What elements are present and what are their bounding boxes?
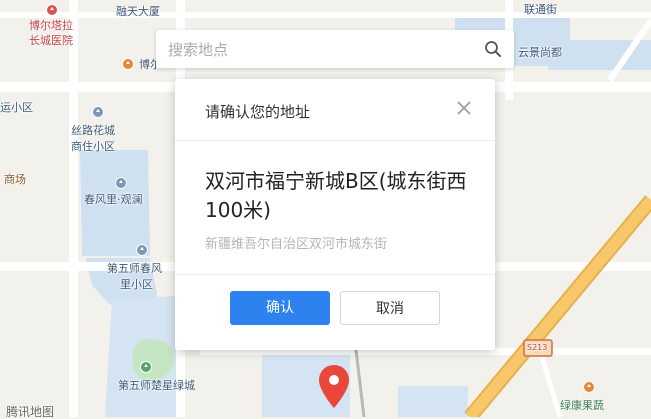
- divider: [175, 140, 495, 141]
- search-bar: [156, 30, 514, 68]
- map-label: 长城医院: [29, 34, 73, 47]
- map-label: 商场: [4, 173, 26, 186]
- building-icon: [136, 244, 148, 256]
- dialog-title: 请确认您的地址: [205, 103, 311, 121]
- search-input[interactable]: [166, 36, 480, 64]
- close-icon[interactable]: [455, 99, 473, 117]
- cancel-button[interactable]: 取消: [340, 291, 440, 325]
- divider: [175, 274, 495, 275]
- building-icon: [92, 106, 104, 118]
- map-label: 联通街: [524, 3, 557, 16]
- building-icon: [140, 361, 152, 373]
- map-label: 春风里·观澜: [84, 193, 143, 206]
- poi-icon: [122, 58, 134, 70]
- map-label: 里小区: [120, 278, 153, 291]
- map-label: 第五师楚星绿城: [118, 379, 195, 392]
- hospital-icon: [46, 4, 58, 16]
- location-pin-icon[interactable]: [317, 364, 351, 410]
- map-label: 商住小区: [71, 140, 115, 153]
- address-confirm-dialog: 请确认您的地址 双河市福宁新城B区(城东街西100米) 新疆维吾尔自治区双河市城…: [175, 79, 495, 350]
- building-icon: [115, 177, 127, 189]
- map-label: 第五师春风: [107, 262, 162, 275]
- confirm-button[interactable]: 确认: [230, 291, 330, 325]
- map-label: 融天大厦: [116, 5, 160, 18]
- map-label: 云景尚都: [518, 46, 562, 59]
- poi-icon: [583, 381, 595, 393]
- map-label: 运小区: [0, 101, 33, 114]
- road-badge-label: S213: [527, 343, 548, 352]
- map-label: 博尔塔拉: [29, 19, 73, 32]
- search-icon[interactable]: [484, 40, 502, 58]
- address-detail: 新疆维吾尔自治区双河市城东街: [205, 237, 388, 252]
- map-label: 绿康果蔬: [560, 399, 604, 412]
- address-main: 双河市福宁新城B区(城东街西100米): [205, 169, 467, 222]
- map-label: 丝路花城: [71, 124, 115, 137]
